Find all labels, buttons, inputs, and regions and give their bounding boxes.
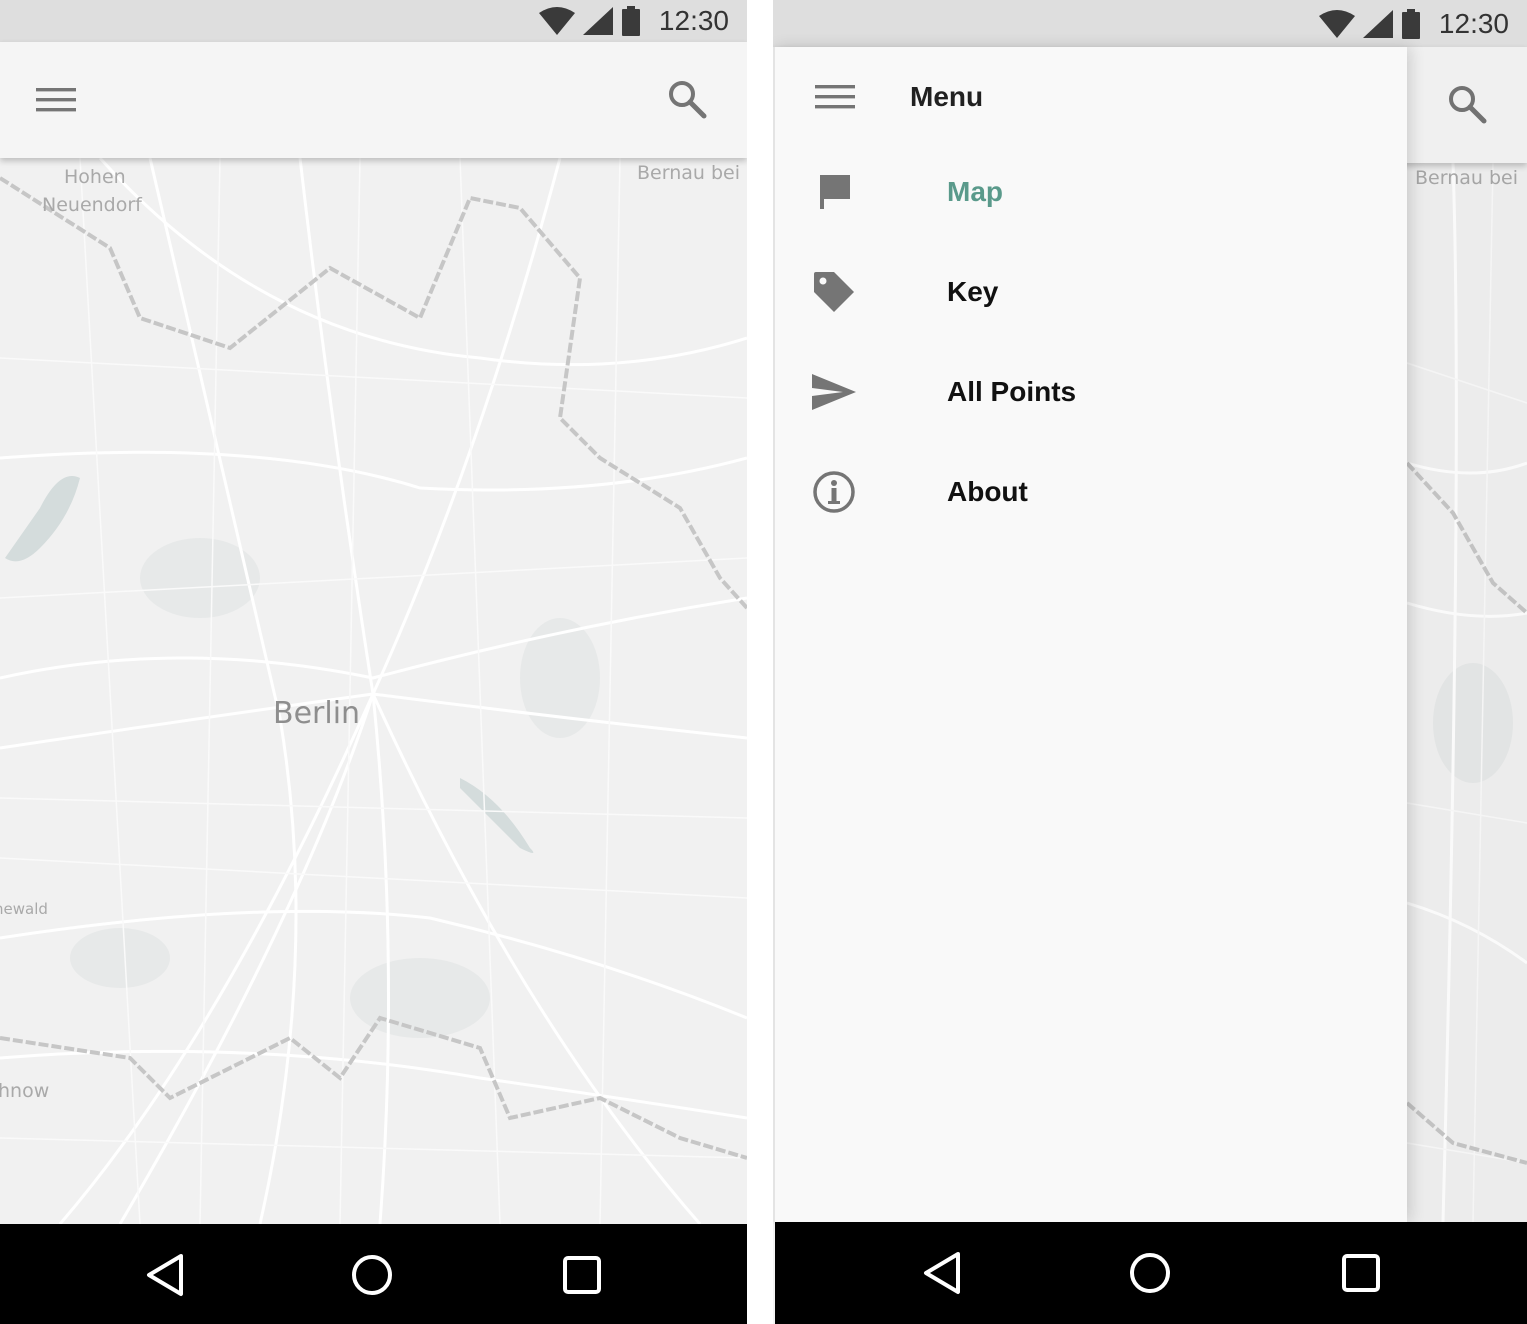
navigation-drawer: Menu Map Key All Points About xyxy=(773,47,1407,1222)
app-bar xyxy=(0,42,747,158)
wifi-icon xyxy=(538,7,575,35)
tag-icon xyxy=(811,270,857,314)
map-place-label: Hohen xyxy=(64,166,126,188)
map-view[interactable]: Hohen Neuendorf Bernau bei newald hnow B… xyxy=(0,158,747,1224)
drawer-item-key[interactable]: Key xyxy=(775,270,1407,370)
hamburger-menu-icon[interactable] xyxy=(813,77,857,117)
search-icon[interactable] xyxy=(665,76,709,122)
battery-icon xyxy=(1401,8,1420,39)
wifi-icon xyxy=(1318,9,1355,38)
phone-screen-map: 12:30 Hohen Neuendorf Bernau bei ewald h… xyxy=(0,0,747,1324)
system-nav-bar xyxy=(0,1224,747,1324)
drawer-item-label: All Points xyxy=(947,376,1077,407)
back-icon[interactable] xyxy=(917,1248,967,1298)
status-bar: 12:30 xyxy=(773,0,1527,47)
drawer-header: Menu xyxy=(775,47,1407,147)
recents-icon[interactable] xyxy=(557,1250,607,1300)
battery-icon xyxy=(621,6,640,36)
status-clock: 12:30 xyxy=(658,5,729,36)
map-place-label: Bernau bei xyxy=(637,162,740,184)
info-icon xyxy=(811,470,857,514)
home-icon[interactable] xyxy=(1125,1248,1175,1298)
back-icon[interactable] xyxy=(140,1250,190,1300)
hamburger-menu-icon[interactable] xyxy=(34,80,78,120)
cellular-signal-icon xyxy=(582,7,613,35)
map-place-label: Neuendorf xyxy=(42,194,142,216)
system-nav-bar xyxy=(775,1222,1527,1324)
map-city-label: Berlin xyxy=(273,696,361,731)
drawer-item-about[interactable]: About xyxy=(775,470,1407,570)
cellular-signal-icon xyxy=(1362,9,1393,38)
recents-icon[interactable] xyxy=(1336,1248,1386,1298)
home-icon[interactable] xyxy=(347,1250,397,1300)
drawer-item-label: Key xyxy=(947,276,999,307)
flag-icon xyxy=(811,170,857,214)
map-place-label: hnow xyxy=(0,1080,50,1102)
status-bar: 12:30 xyxy=(0,0,747,42)
map-place-label: newald xyxy=(0,900,48,918)
drawer-item-map[interactable]: Map xyxy=(775,170,1407,270)
phone-screen-drawer-open: 12:30 Bernau bei Menu Map Key All Points… xyxy=(773,0,1527,1324)
send-icon xyxy=(811,370,857,414)
drawer-item-all-points[interactable]: All Points xyxy=(775,370,1407,470)
map-roads xyxy=(0,158,747,1224)
status-clock: 12:30 xyxy=(1438,7,1509,39)
drawer-item-label: Map xyxy=(947,176,1003,207)
drawer-menu-list: Map Key All Points About xyxy=(775,170,1407,570)
drawer-title: Menu xyxy=(910,81,984,112)
drawer-item-label: About xyxy=(947,476,1028,507)
